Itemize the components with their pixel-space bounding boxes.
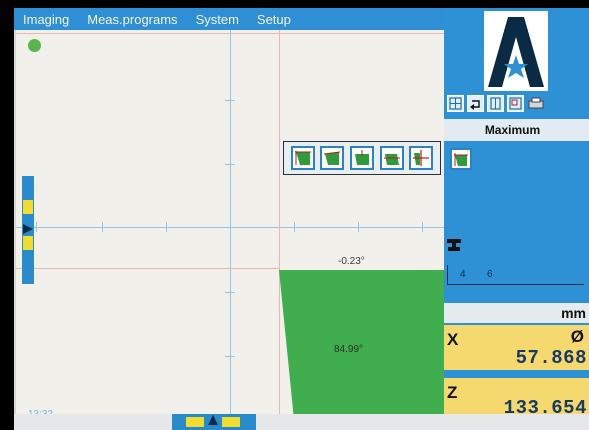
list-icon bbox=[490, 97, 501, 110]
measurement-window-edge bbox=[16, 33, 444, 34]
measuring-tool-palette bbox=[283, 141, 441, 175]
grid-icon bbox=[449, 97, 462, 110]
measurement-window-edge bbox=[279, 30, 280, 420]
right-control-panel: Maximum 4 6 mm X Ø 57.868 Z 133.654 bbox=[444, 8, 589, 419]
panel-icon-row bbox=[447, 95, 544, 112]
crosshair-tick bbox=[225, 164, 235, 165]
crosshair-tick bbox=[422, 222, 423, 232]
return-arrow-icon bbox=[470, 100, 480, 110]
edge-tool-button[interactable] bbox=[290, 146, 315, 170]
program-list-button[interactable] bbox=[487, 95, 504, 112]
return-button[interactable] bbox=[467, 95, 484, 112]
axis-value: 133.654 bbox=[503, 397, 587, 419]
crosshair-tick bbox=[225, 356, 235, 357]
crosshair-tick bbox=[225, 100, 235, 101]
slider-segment bbox=[186, 417, 204, 427]
axis-readout-x[interactable]: X Ø 57.868 bbox=[444, 323, 589, 370]
range-selector[interactable]: 4 6 bbox=[447, 265, 584, 285]
crosshair-tick bbox=[166, 222, 167, 232]
slider-segment bbox=[222, 417, 240, 427]
menu-bar: Imaging Meas.programs System Setup bbox=[14, 8, 444, 30]
edge-tool-icon bbox=[324, 151, 341, 165]
tool-mode-label: Maximum bbox=[444, 119, 589, 141]
edge-tool-button[interactable] bbox=[349, 146, 374, 170]
logo-a-star-icon bbox=[484, 11, 548, 91]
range-end: 6 bbox=[487, 269, 493, 280]
slider-segment bbox=[23, 200, 33, 214]
grid-view-button[interactable] bbox=[447, 95, 464, 112]
menu-system[interactable]: System bbox=[187, 12, 248, 27]
print-button[interactable] bbox=[527, 95, 544, 112]
image-viewport[interactable]: -0.23° 84.99° 13:32 bbox=[14, 30, 444, 420]
edge-tool-icon bbox=[294, 151, 311, 165]
axis-letter: X bbox=[447, 330, 459, 349]
edge-tool-icon bbox=[354, 150, 369, 165]
axis-letter: Z bbox=[447, 383, 458, 402]
crosshair-tick bbox=[225, 292, 235, 293]
crosshair-tick bbox=[36, 222, 37, 232]
screen: Imaging Meas.programs System Setup -0.23… bbox=[0, 0, 589, 430]
axis-value: 57.868 bbox=[515, 347, 587, 369]
horizontal-position-slider[interactable] bbox=[172, 414, 256, 430]
part-angle-label: 84.99° bbox=[334, 344, 364, 355]
menu-setup[interactable]: Setup bbox=[248, 12, 300, 27]
unit-label: mm bbox=[444, 303, 589, 323]
tool-mode-text: Maximum bbox=[484, 123, 541, 137]
window-icon bbox=[509, 97, 522, 110]
status-indicator bbox=[28, 39, 41, 52]
scale-icon bbox=[447, 239, 461, 251]
edge-tool-button[interactable] bbox=[320, 146, 345, 170]
active-tool-button[interactable] bbox=[450, 148, 472, 170]
axis-readout-z[interactable]: Z 133.654 bbox=[444, 376, 589, 419]
window-button[interactable] bbox=[507, 95, 524, 112]
slider-arrow-icon bbox=[208, 415, 218, 425]
slider-arrow-icon bbox=[23, 224, 33, 234]
crosshair-tick bbox=[294, 222, 295, 232]
crosshair-tick bbox=[102, 222, 103, 232]
crosshair-tool-icon bbox=[413, 150, 430, 166]
crosshair-tool-button[interactable] bbox=[409, 146, 434, 170]
diameter-mode-icon: Ø bbox=[570, 327, 584, 346]
edge-tool-icon bbox=[454, 153, 468, 166]
edge-angle-label: -0.23° bbox=[338, 256, 365, 267]
vertical-position-slider[interactable] bbox=[22, 176, 34, 284]
printer-icon bbox=[528, 97, 544, 109]
range-start: 4 bbox=[460, 269, 466, 280]
crosshair-tick bbox=[358, 222, 359, 232]
edge-tool-button[interactable] bbox=[379, 146, 404, 170]
crosshair-vertical-line bbox=[230, 30, 231, 420]
measurement-window-edge bbox=[16, 268, 279, 269]
slider-segment bbox=[23, 236, 33, 250]
menu-meas-programs[interactable]: Meas.programs bbox=[78, 12, 186, 27]
edge-tool-icon bbox=[383, 154, 400, 165]
menu-imaging[interactable]: Imaging bbox=[14, 12, 78, 27]
